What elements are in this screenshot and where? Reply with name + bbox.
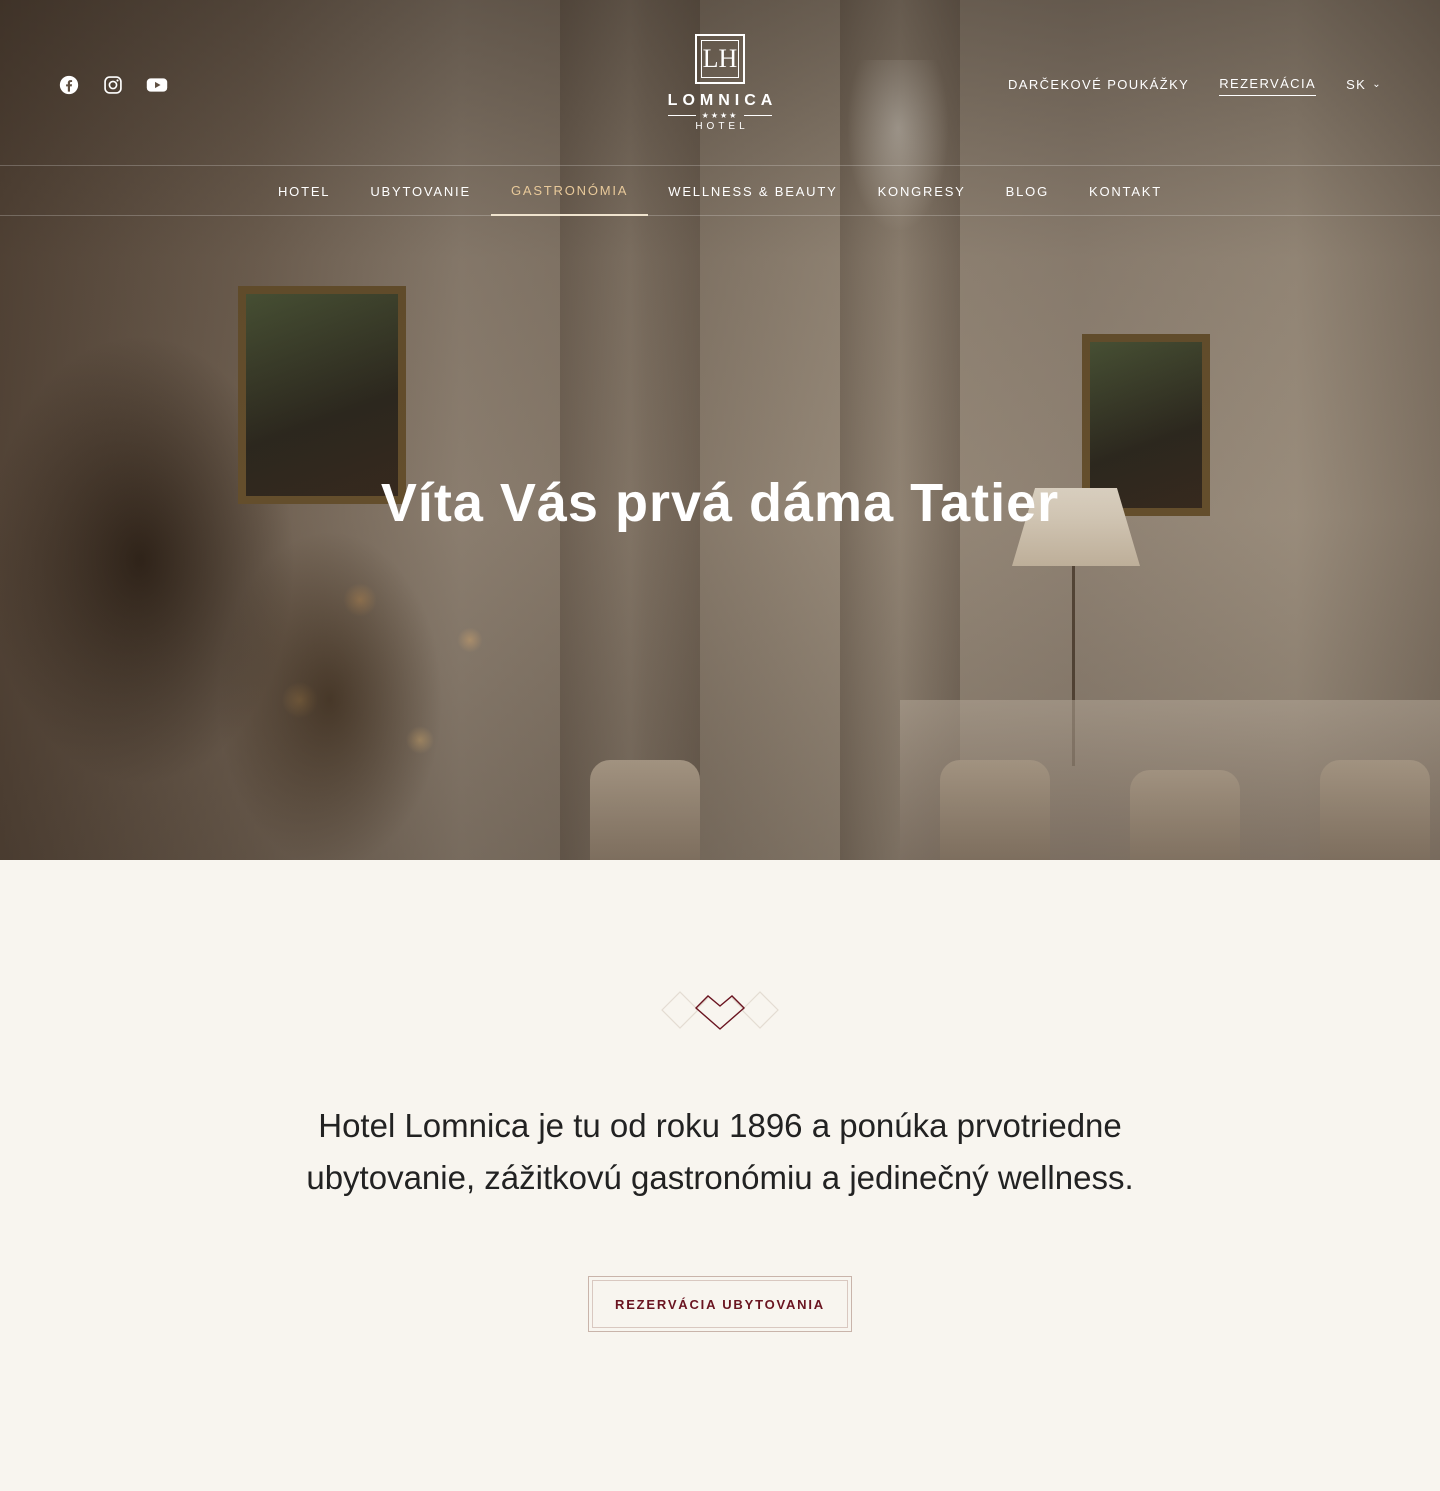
intro-section: Hotel Lomnica je tu od roku 1896 a ponúk… xyxy=(0,860,1440,1491)
logo-monogram: LH xyxy=(701,40,739,78)
site-header: LH LOMNICA ★★★★ HOTEL DARČEKOVÉ POUKÁŽKY… xyxy=(0,0,1440,166)
book-accommodation-label: REZERVÁCIA UBYTOVANIA xyxy=(592,1280,848,1328)
youtube-icon[interactable] xyxy=(146,74,168,96)
logo-stars-text: ★★★★ xyxy=(701,111,739,120)
social-links xyxy=(58,74,168,96)
nav-item-kongresy[interactable]: KONGRESY xyxy=(858,166,986,216)
gift-vouchers-link[interactable]: DARČEKOVÉ POUKÁŽKY xyxy=(1008,77,1189,96)
language-label: SK xyxy=(1346,76,1367,92)
intro-text: Hotel Lomnica je tu od roku 1896 a ponúk… xyxy=(306,1107,1134,1196)
hotel-logo[interactable]: LH LOMNICA ★★★★ HOTEL xyxy=(650,34,790,132)
hero-section: LH LOMNICA ★★★★ HOTEL DARČEKOVÉ POUKÁŽKY… xyxy=(0,0,1440,860)
nav-item-hotel[interactable]: HOTEL xyxy=(258,166,350,216)
book-accommodation-button[interactable]: REZERVÁCIA UBYTOVANIA xyxy=(588,1276,852,1332)
nav-item-blog[interactable]: BLOG xyxy=(986,166,1069,216)
main-navigation: HOTEL UBYTOVANIE GASTRONÓMIA WELLNESS & … xyxy=(0,165,1440,216)
hero-title: Víta Vás prvá dáma Tatier xyxy=(380,473,1060,533)
instagram-icon[interactable] xyxy=(102,74,124,96)
nav-item-gastronomia[interactable]: GASTRONÓMIA xyxy=(490,166,649,216)
facebook-icon[interactable] xyxy=(58,74,80,96)
logo-subtitle: HOTEL xyxy=(695,121,749,132)
nav-item-kontakt[interactable]: KONTAKT xyxy=(1069,166,1182,216)
nav-item-wellness-beauty[interactable]: WELLNESS & BEAUTY xyxy=(648,166,857,216)
reservation-link[interactable]: REZERVÁCIA xyxy=(1219,76,1317,96)
diamond-ornament-icon xyxy=(661,991,779,1030)
top-links: DARČEKOVÉ POUKÁŽKY REZERVÁCIA SK ⌄ xyxy=(1008,76,1382,96)
chevron-down-icon: ⌄ xyxy=(1372,78,1382,90)
logo-stars: ★★★★ xyxy=(650,111,790,120)
nav-item-ubytovanie[interactable]: UBYTOVANIE xyxy=(350,166,491,216)
logo-name: LOMNICA xyxy=(667,92,778,109)
logo-monogram-icon: LH xyxy=(695,34,745,84)
language-selector[interactable]: SK ⌄ xyxy=(1346,77,1382,96)
